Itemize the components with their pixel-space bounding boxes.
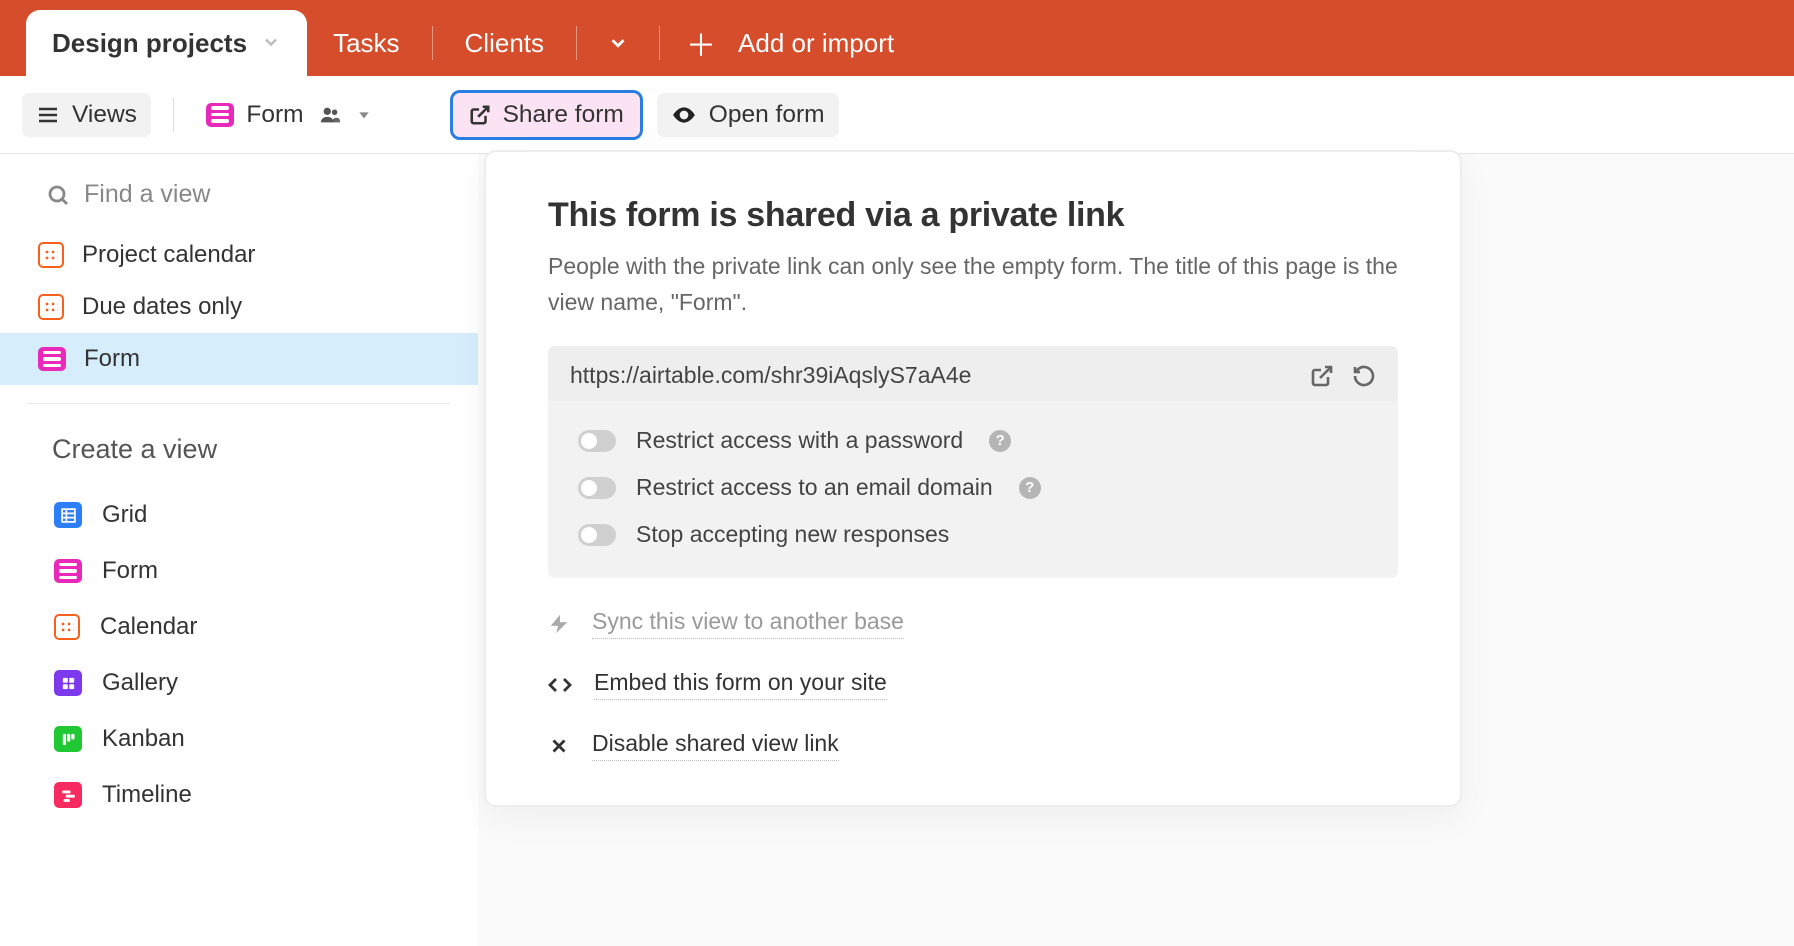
create-view-header: Create a view	[0, 434, 478, 487]
calendar-icon	[54, 614, 80, 640]
tab-divider	[432, 26, 433, 60]
label: Timeline	[102, 781, 192, 809]
view-list: Project calendar Due dates only Form	[0, 229, 478, 385]
view-search[interactable]	[0, 170, 478, 229]
opt-stop-responses: Stop accepting new responses	[578, 521, 1368, 548]
chevron-down-icon	[607, 32, 629, 54]
embed-form-link[interactable]: Embed this form on your site	[548, 639, 1398, 700]
caret-down-icon	[356, 107, 372, 123]
collaborators-icon	[316, 104, 344, 126]
views-sidebar-toggle[interactable]: Views	[22, 93, 151, 137]
opt-password: Restrict access with a password ?	[578, 427, 1368, 454]
tab-tasks[interactable]: Tasks	[307, 10, 425, 76]
sync-view-link[interactable]: Sync this view to another base	[548, 578, 1398, 639]
timeline-icon	[54, 782, 82, 808]
label: Grid	[102, 501, 147, 529]
create-view-list: Grid Form Calendar Gallery Kanban Timeli…	[0, 487, 478, 823]
add-tab-label: Add or import	[738, 28, 894, 59]
tab-divider	[659, 26, 660, 60]
toggle-email-domain[interactable]	[578, 477, 616, 499]
opt-label: Stop accepting new responses	[636, 521, 949, 548]
toggle-stop-responses[interactable]	[578, 524, 616, 546]
help-icon[interactable]: ?	[1019, 477, 1041, 499]
gallery-icon	[54, 670, 82, 696]
share-url-box[interactable]: https://airtable.com/shr39iAqslyS7aA4e	[548, 346, 1398, 405]
create-timeline[interactable]: Timeline	[0, 767, 478, 823]
popover-title: This form is shared via a private link	[548, 196, 1398, 235]
help-icon[interactable]: ?	[989, 430, 1011, 452]
tab-label: Tasks	[333, 28, 399, 59]
label: Share form	[503, 101, 624, 129]
create-form[interactable]: Form	[0, 543, 478, 599]
window-accent-bar	[0, 0, 1794, 10]
label: Sync this view to another base	[592, 608, 904, 639]
open-link-icon[interactable]	[1310, 364, 1334, 388]
calendar-icon	[38, 294, 64, 320]
view-label: Project calendar	[82, 241, 255, 269]
search-input[interactable]	[84, 180, 450, 209]
disable-link-link[interactable]: Disable shared view link	[548, 700, 1398, 761]
toggle-password[interactable]	[578, 430, 616, 452]
view-toolbar: Views Form Share form Open form	[0, 76, 1794, 154]
close-icon	[548, 735, 570, 757]
label: Gallery	[102, 669, 178, 697]
view-item-due-dates[interactable]: Due dates only	[0, 281, 478, 333]
share-form-button[interactable]: Share form	[450, 90, 643, 140]
label: Embed this form on your site	[594, 669, 887, 700]
label: Form	[246, 101, 303, 129]
label: Kanban	[102, 725, 185, 753]
label: Form	[102, 557, 158, 585]
add-or-import-button[interactable]: ＋ Add or import	[666, 10, 914, 76]
calendar-icon	[38, 242, 64, 268]
create-calendar[interactable]: Calendar	[0, 599, 478, 655]
search-icon	[46, 183, 70, 207]
tab-design-projects[interactable]: Design projects	[26, 10, 307, 76]
views-sidebar: Project calendar Due dates only Form Cre…	[0, 154, 478, 946]
tab-divider	[576, 26, 577, 60]
menu-icon	[36, 103, 60, 127]
eye-icon	[671, 102, 697, 128]
tab-label: Design projects	[52, 28, 247, 59]
create-kanban[interactable]: Kanban	[0, 711, 478, 767]
external-link-icon	[469, 104, 491, 126]
lightning-icon	[548, 613, 570, 635]
label: Views	[72, 101, 137, 129]
current-view[interactable]: Form	[196, 95, 381, 135]
form-icon	[206, 103, 234, 127]
base-tabs: Design projects Tasks Clients ＋ Add or i…	[0, 10, 1794, 76]
plus-icon: ＋	[686, 21, 716, 65]
tabs-overflow[interactable]	[583, 10, 653, 76]
view-label: Due dates only	[82, 293, 242, 321]
grid-icon	[54, 502, 82, 528]
form-icon	[54, 559, 82, 583]
tab-label: Clients	[465, 28, 544, 59]
share-form-popover: This form is shared via a private link P…	[486, 152, 1460, 805]
label: Disable shared view link	[592, 730, 839, 761]
view-label: Form	[84, 345, 140, 373]
tab-clients[interactable]: Clients	[439, 10, 570, 76]
share-url: https://airtable.com/shr39iAqslyS7aA4e	[570, 362, 971, 389]
regenerate-link-icon[interactable]	[1352, 364, 1376, 388]
view-item-project-calendar[interactable]: Project calendar	[0, 229, 478, 281]
popover-subtitle: People with the private link can only se…	[548, 249, 1398, 320]
opt-label: Restrict access with a password	[636, 427, 963, 454]
form-icon	[38, 347, 66, 371]
opt-label: Restrict access to an email domain	[636, 474, 993, 501]
separator	[173, 98, 175, 132]
create-gallery[interactable]: Gallery	[0, 655, 478, 711]
create-grid[interactable]: Grid	[0, 487, 478, 543]
view-item-form[interactable]: Form	[0, 333, 478, 385]
label: Calendar	[100, 613, 197, 641]
kanban-icon	[54, 726, 82, 752]
code-icon	[548, 673, 572, 697]
label: Open form	[709, 101, 825, 129]
open-form-button[interactable]: Open form	[657, 93, 839, 137]
opt-email-domain: Restrict access to an email domain ?	[578, 474, 1368, 501]
share-options: Restrict access with a password ? Restri…	[548, 401, 1398, 578]
chevron-down-icon[interactable]	[261, 28, 281, 59]
divider	[28, 403, 450, 404]
